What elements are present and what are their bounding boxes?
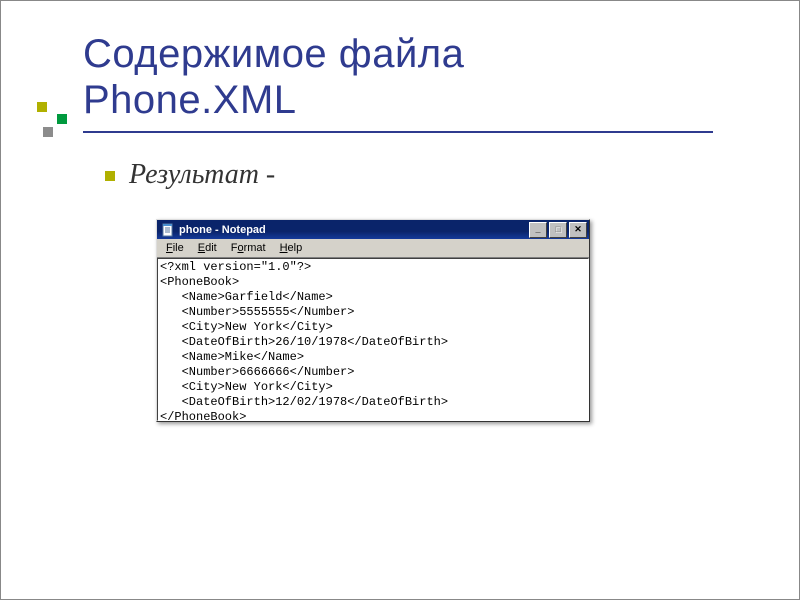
editor-text: <?xml version="1.0"?> <PhoneBook> <Name>… (160, 260, 586, 421)
window-buttons: _ □ ✕ (529, 222, 587, 238)
title-line-2: Phone.XML (83, 78, 297, 122)
menu-format-rest: rmat (244, 242, 266, 254)
notepad-window: phone - Notepad _ □ ✕ File Edit Format H… (156, 219, 590, 422)
menu-bar: File Edit Format Help (157, 239, 589, 258)
notepad-icon (161, 223, 175, 237)
accent-square-gray (43, 127, 53, 137)
titlebar[interactable]: phone - Notepad _ □ ✕ (157, 220, 589, 239)
maximize-button[interactable]: □ (549, 222, 567, 238)
accent-square-yellow (37, 102, 47, 112)
menu-format[interactable]: Format (224, 240, 273, 256)
close-button[interactable]: ✕ (569, 222, 587, 238)
minimize-icon: _ (535, 225, 540, 234)
menu-file[interactable]: File (159, 240, 191, 256)
slide-title: Содержимое файла Phone.XML (83, 31, 464, 123)
title-underline (83, 131, 713, 133)
menu-edit[interactable]: Edit (191, 240, 224, 256)
accent-square-green (57, 114, 67, 124)
maximize-icon: □ (555, 225, 560, 234)
close-icon: ✕ (574, 225, 582, 234)
menu-file-rest: ile (173, 242, 184, 254)
window-title: phone - Notepad (179, 224, 529, 236)
menu-help-rest: elp (288, 242, 303, 254)
slide: Содержимое файла Phone.XML Результат - p… (0, 0, 800, 600)
title-line-1: Содержимое файла (83, 32, 464, 76)
bullet-text: Результат - (129, 159, 275, 191)
menu-help[interactable]: Help (273, 240, 310, 256)
minimize-button[interactable]: _ (529, 222, 547, 238)
menu-edit-rest: dit (205, 242, 217, 254)
bullet-square-icon (105, 171, 115, 181)
editor-area[interactable]: <?xml version="1.0"?> <PhoneBook> <Name>… (157, 258, 589, 421)
